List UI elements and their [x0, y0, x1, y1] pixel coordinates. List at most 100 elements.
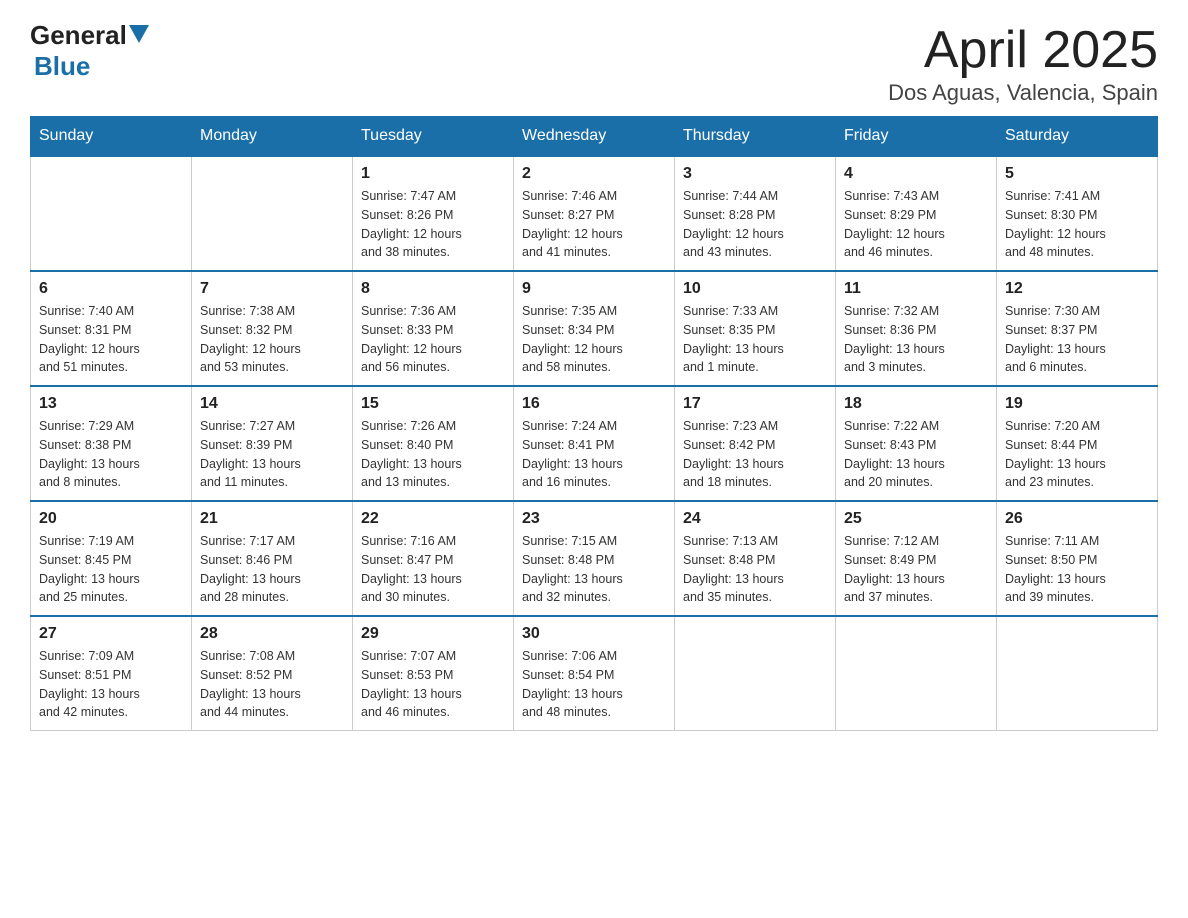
calendar-cell: 21 Sunrise: 7:17 AMSunset: 8:46 PMDayligh…: [192, 501, 353, 616]
day-info: Sunrise: 7:09 AMSunset: 8:51 PMDaylight:…: [39, 647, 183, 722]
day-number: 4: [844, 165, 988, 183]
day-number: 15: [361, 395, 505, 413]
day-number: 13: [39, 395, 183, 413]
weekday-header-saturday: Saturday: [997, 117, 1158, 157]
logo: General Blue: [30, 20, 149, 82]
day-info: Sunrise: 7:11 AMSunset: 8:50 PMDaylight:…: [1005, 532, 1149, 607]
day-number: 11: [844, 280, 988, 298]
calendar-cell: 5Sunrise: 7:41 AMSunset: 8:30 PMDaylight…: [997, 156, 1158, 271]
calendar-week-5: 27 Sunrise: 7:09 AMSunset: 8:51 PMDayligh…: [31, 616, 1158, 731]
day-number: 26: [1005, 510, 1149, 528]
day-number: 1: [361, 165, 505, 183]
calendar-cell: 9Sunrise: 7:35 AMSunset: 8:34 PMDaylight…: [514, 271, 675, 386]
day-info: Sunrise: 7:12 AMSunset: 8:49 PMDaylight:…: [844, 532, 988, 607]
calendar-week-4: 20 Sunrise: 7:19 AMSunset: 8:45 PMDayligh…: [31, 501, 1158, 616]
logo-triangle-icon: [129, 25, 149, 43]
day-number: 25: [844, 510, 988, 528]
calendar-week-2: 6 Sunrise: 7:40 AMSunset: 8:31 PMDaylight…: [31, 271, 1158, 386]
calendar-week-3: 13 Sunrise: 7:29 AMSunset: 8:38 PMDayligh…: [31, 386, 1158, 501]
calendar-cell: 28 Sunrise: 7:08 AMSunset: 8:52 PMDayligh…: [192, 616, 353, 731]
day-info: Sunrise: 7:19 AMSunset: 8:45 PMDaylight:…: [39, 532, 183, 607]
calendar-cell: [31, 156, 192, 271]
day-number: 17: [683, 395, 827, 413]
day-number: 29: [361, 625, 505, 643]
day-number: 20: [39, 510, 183, 528]
day-number: 2: [522, 165, 666, 183]
calendar-cell: [836, 616, 997, 731]
calendar-cell: 23 Sunrise: 7:15 AMSunset: 8:48 PMDayligh…: [514, 501, 675, 616]
page-header: General Blue April 2025 Dos Aguas, Valen…: [30, 20, 1158, 106]
day-number: 9: [522, 280, 666, 298]
day-info: Sunrise: 7:06 AMSunset: 8:54 PMDaylight:…: [522, 647, 666, 722]
calendar-cell: 27 Sunrise: 7:09 AMSunset: 8:51 PMDayligh…: [31, 616, 192, 731]
title-block: April 2025 Dos Aguas, Valencia, Spain: [888, 20, 1158, 106]
day-info: Sunrise: 7:08 AMSunset: 8:52 PMDaylight:…: [200, 647, 344, 722]
day-info: Sunrise: 7:32 AMSunset: 8:36 PMDaylight:…: [844, 302, 988, 377]
logo-text-blue: Blue: [34, 51, 90, 82]
day-number: 21: [200, 510, 344, 528]
day-info: Sunrise: 7:22 AMSunset: 8:43 PMDaylight:…: [844, 417, 988, 492]
weekday-header-sunday: Sunday: [31, 117, 192, 157]
calendar-cell: 15 Sunrise: 7:26 AMSunset: 8:40 PMDayligh…: [353, 386, 514, 501]
calendar-cell: 10 Sunrise: 7:33 AMSunset: 8:35 PMDayligh…: [675, 271, 836, 386]
calendar-cell: 6 Sunrise: 7:40 AMSunset: 8:31 PMDaylight…: [31, 271, 192, 386]
calendar-cell: 22 Sunrise: 7:16 AMSunset: 8:47 PMDayligh…: [353, 501, 514, 616]
calendar-subtitle: Dos Aguas, Valencia, Spain: [888, 80, 1158, 106]
calendar-cell: 18Sunrise: 7:22 AMSunset: 8:43 PMDayligh…: [836, 386, 997, 501]
day-number: 27: [39, 625, 183, 643]
day-number: 28: [200, 625, 344, 643]
day-info: Sunrise: 7:20 AMSunset: 8:44 PMDaylight:…: [1005, 417, 1149, 492]
day-info: Sunrise: 7:07 AMSunset: 8:53 PMDaylight:…: [361, 647, 505, 722]
day-info: Sunrise: 7:23 AMSunset: 8:42 PMDaylight:…: [683, 417, 827, 492]
day-info: Sunrise: 7:13 AMSunset: 8:48 PMDaylight:…: [683, 532, 827, 607]
calendar-cell: 20 Sunrise: 7:19 AMSunset: 8:45 PMDayligh…: [31, 501, 192, 616]
day-info: Sunrise: 7:26 AMSunset: 8:40 PMDaylight:…: [361, 417, 505, 492]
day-number: 7: [200, 280, 344, 298]
calendar-cell: [997, 616, 1158, 731]
day-info: Sunrise: 7:15 AMSunset: 8:48 PMDaylight:…: [522, 532, 666, 607]
calendar-cell: 16Sunrise: 7:24 AMSunset: 8:41 PMDayligh…: [514, 386, 675, 501]
calendar-cell: 17 Sunrise: 7:23 AMSunset: 8:42 PMDayligh…: [675, 386, 836, 501]
calendar-cell: 26 Sunrise: 7:11 AMSunset: 8:50 PMDayligh…: [997, 501, 1158, 616]
day-number: 12: [1005, 280, 1149, 298]
day-info: Sunrise: 7:43 AMSunset: 8:29 PMDaylight:…: [844, 187, 988, 262]
weekday-header-friday: Friday: [836, 117, 997, 157]
day-number: 10: [683, 280, 827, 298]
day-info: Sunrise: 7:30 AMSunset: 8:37 PMDaylight:…: [1005, 302, 1149, 377]
calendar-cell: 19 Sunrise: 7:20 AMSunset: 8:44 PMDayligh…: [997, 386, 1158, 501]
day-info: Sunrise: 7:17 AMSunset: 8:46 PMDaylight:…: [200, 532, 344, 607]
calendar-title: April 2025: [888, 20, 1158, 80]
calendar-cell: [192, 156, 353, 271]
calendar-cell: 24 Sunrise: 7:13 AMSunset: 8:48 PMDayligh…: [675, 501, 836, 616]
day-number: 6: [39, 280, 183, 298]
day-number: 23: [522, 510, 666, 528]
calendar-cell: 14Sunrise: 7:27 AMSunset: 8:39 PMDayligh…: [192, 386, 353, 501]
calendar-cell: [675, 616, 836, 731]
calendar-header-row: SundayMondayTuesdayWednesdayThursdayFrid…: [31, 117, 1158, 157]
weekday-header-wednesday: Wednesday: [514, 117, 675, 157]
calendar-cell: 3Sunrise: 7:44 AMSunset: 8:28 PMDaylight…: [675, 156, 836, 271]
day-number: 3: [683, 165, 827, 183]
day-number: 14: [200, 395, 344, 413]
calendar-week-1: 1 Sunrise: 7:47 AMSunset: 8:26 PMDaylight…: [31, 156, 1158, 271]
day-number: 8: [361, 280, 505, 298]
day-number: 16: [522, 395, 666, 413]
calendar-cell: 1 Sunrise: 7:47 AMSunset: 8:26 PMDaylight…: [353, 156, 514, 271]
day-info: Sunrise: 7:40 AMSunset: 8:31 PMDaylight:…: [39, 302, 183, 377]
day-info: Sunrise: 7:46 AMSunset: 8:27 PMDaylight:…: [522, 187, 666, 262]
day-info: Sunrise: 7:16 AMSunset: 8:47 PMDaylight:…: [361, 532, 505, 607]
calendar-cell: 11 Sunrise: 7:32 AMSunset: 8:36 PMDayligh…: [836, 271, 997, 386]
day-number: 24: [683, 510, 827, 528]
calendar-cell: 4 Sunrise: 7:43 AMSunset: 8:29 PMDaylight…: [836, 156, 997, 271]
calendar-cell: 13 Sunrise: 7:29 AMSunset: 8:38 PMDayligh…: [31, 386, 192, 501]
day-info: Sunrise: 7:33 AMSunset: 8:35 PMDaylight:…: [683, 302, 827, 377]
day-info: Sunrise: 7:36 AMSunset: 8:33 PMDaylight:…: [361, 302, 505, 377]
day-info: Sunrise: 7:29 AMSunset: 8:38 PMDaylight:…: [39, 417, 183, 492]
day-number: 30: [522, 625, 666, 643]
day-number: 19: [1005, 395, 1149, 413]
day-info: Sunrise: 7:47 AMSunset: 8:26 PMDaylight:…: [361, 187, 505, 262]
day-number: 22: [361, 510, 505, 528]
calendar-cell: 7Sunrise: 7:38 AMSunset: 8:32 PMDaylight…: [192, 271, 353, 386]
logo-text-general: General: [30, 20, 127, 51]
weekday-header-monday: Monday: [192, 117, 353, 157]
